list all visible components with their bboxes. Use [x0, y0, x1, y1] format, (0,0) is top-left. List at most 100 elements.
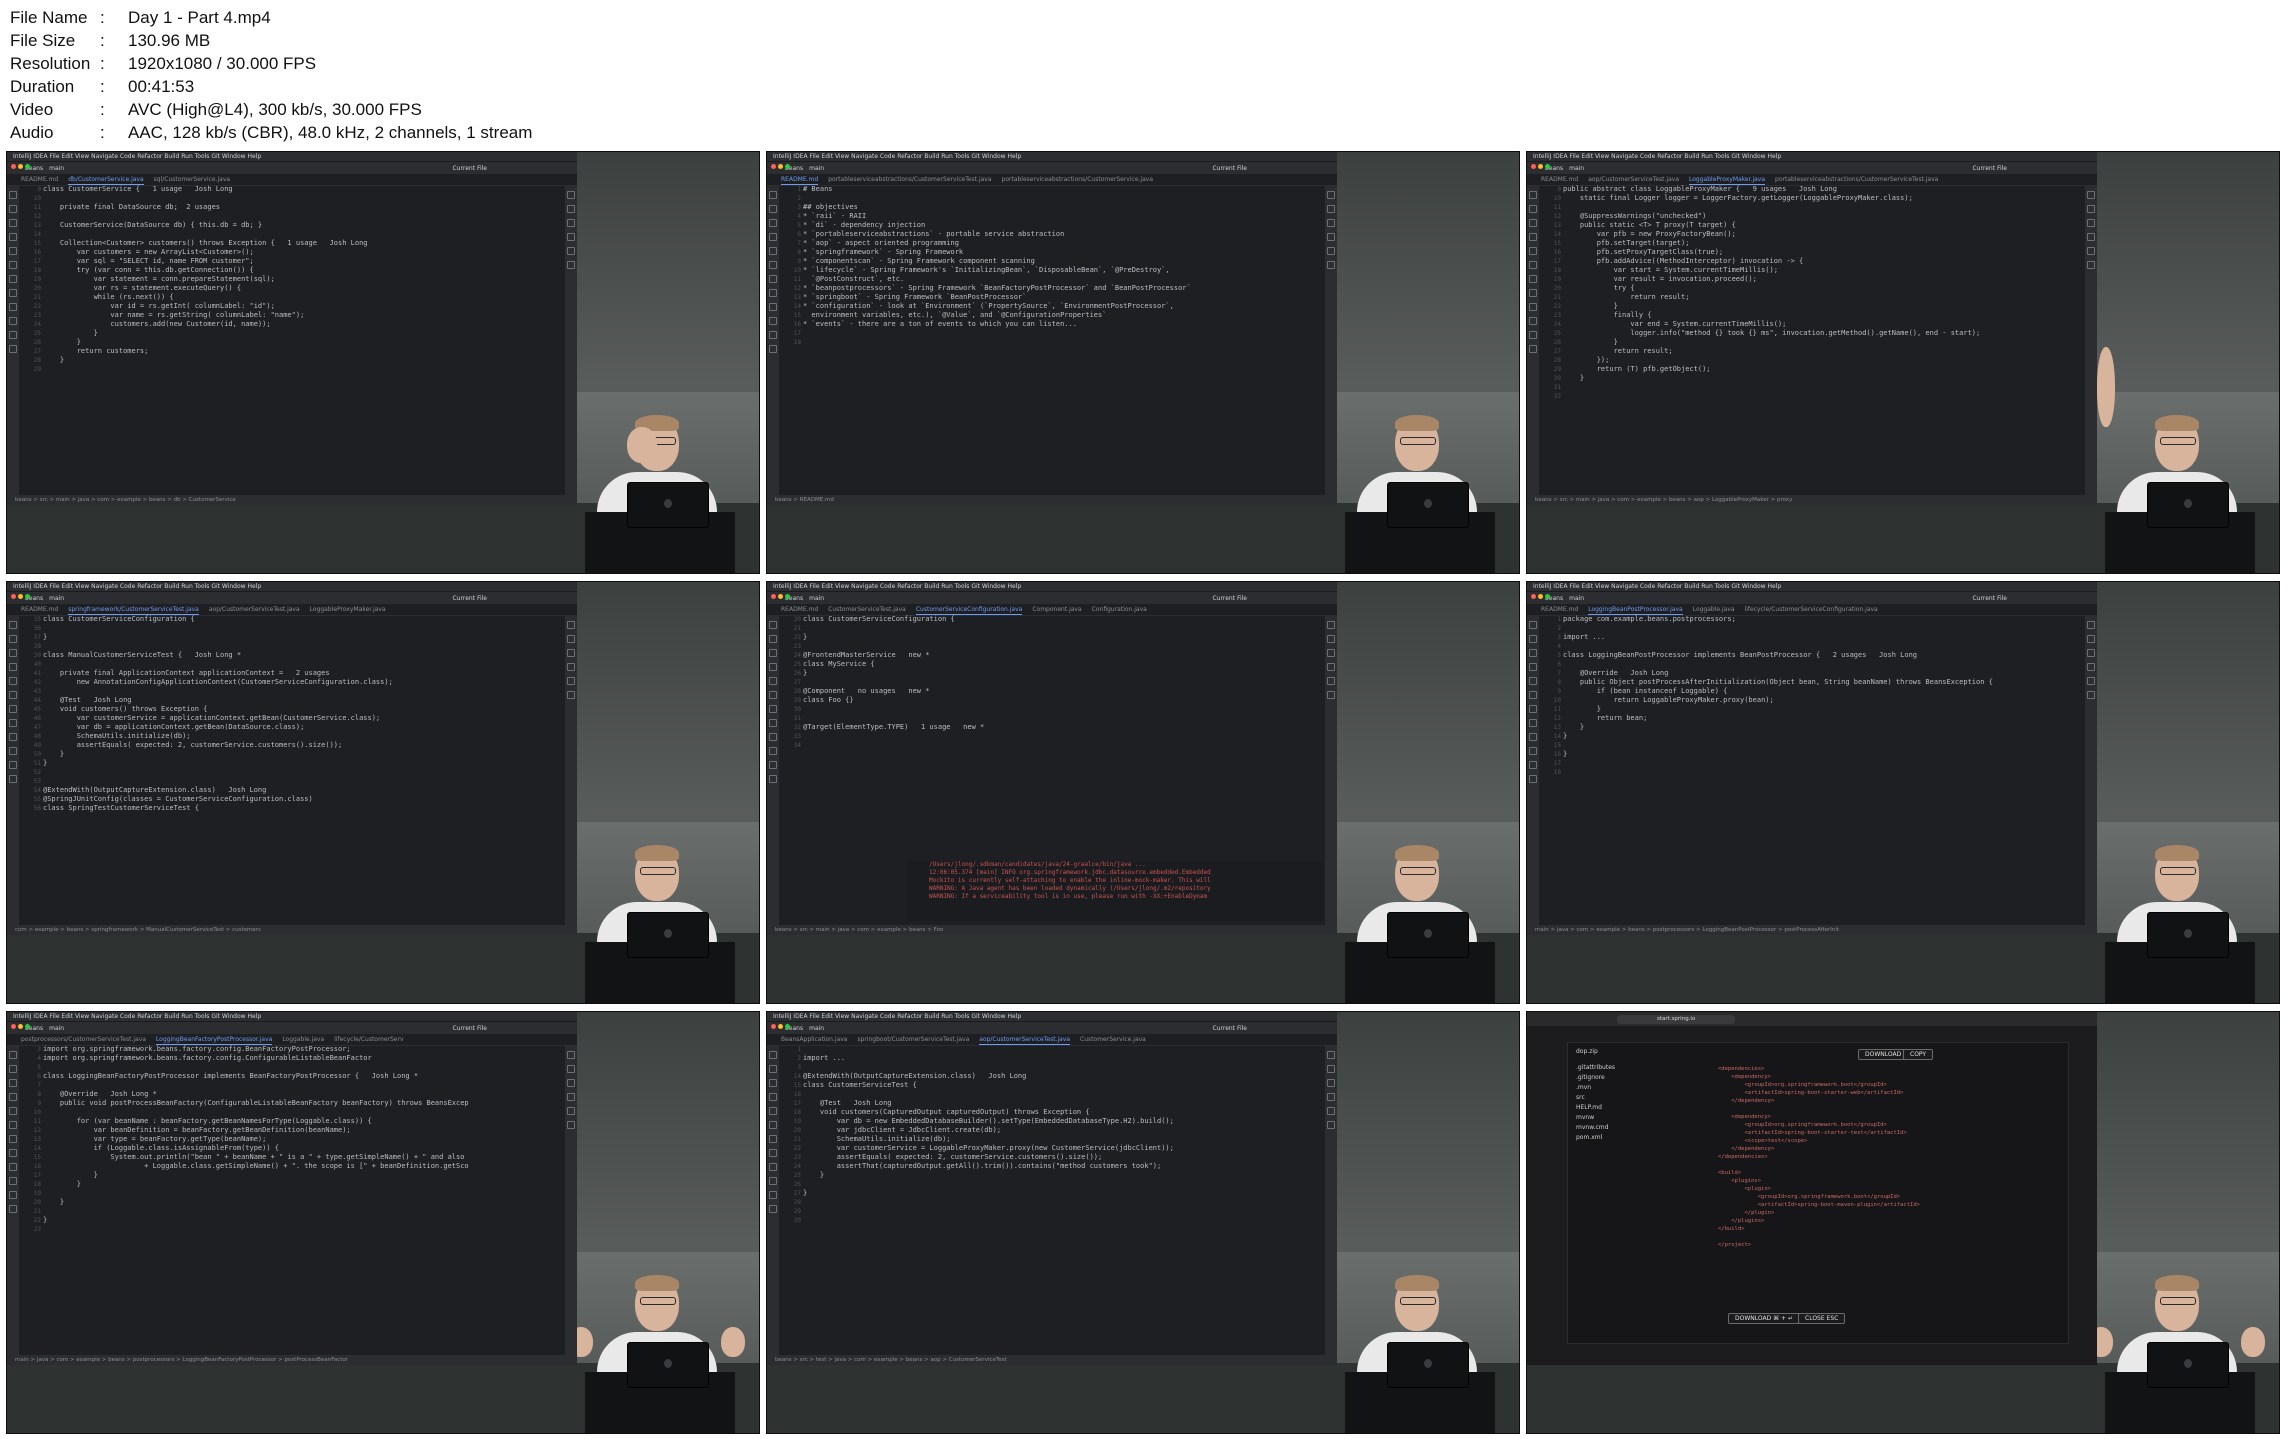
- branch-selector[interactable]: main: [49, 595, 64, 602]
- tool-window-icon[interactable]: [1327, 1051, 1335, 1059]
- tool-window-icon[interactable]: [769, 691, 777, 699]
- code-editor[interactable]: package com.example.beans.postprocessors…: [1541, 615, 2083, 923]
- zoom-icon[interactable]: [25, 1024, 30, 1029]
- tool-window-icon[interactable]: [9, 345, 17, 353]
- tool-window-icon[interactable]: [1327, 261, 1335, 269]
- tool-window-icon[interactable]: [769, 1093, 777, 1101]
- tool-window-icon[interactable]: [567, 1079, 575, 1087]
- close-icon[interactable]: [1531, 594, 1536, 599]
- tool-window-icon[interactable]: [1327, 205, 1335, 213]
- tool-window-icon[interactable]: [9, 1205, 17, 1213]
- tool-window-icon[interactable]: [1529, 317, 1537, 325]
- tool-window-icon[interactable]: [567, 677, 575, 685]
- editor-tab[interactable]: springboot/CustomerServiceTest.java: [857, 1034, 969, 1045]
- editor-tab[interactable]: CustomerServiceTest.java: [828, 604, 906, 615]
- tool-window-icon[interactable]: [1327, 677, 1335, 685]
- editor-tab[interactable]: sql/CustomerService.java: [154, 174, 230, 185]
- run-config-selector[interactable]: Current File: [1213, 165, 1247, 172]
- tool-window-icon[interactable]: [1327, 1079, 1335, 1087]
- close-icon[interactable]: [771, 164, 776, 169]
- tool-window-icon[interactable]: [9, 275, 17, 283]
- branch-selector[interactable]: main: [49, 1025, 64, 1032]
- address-bar[interactable]: start.spring.io: [1617, 1014, 1736, 1024]
- tool-window-icon[interactable]: [9, 317, 17, 325]
- editor-tab[interactable]: CustomerServiceConfiguration.java: [915, 604, 1023, 615]
- tool-window-icon[interactable]: [567, 261, 575, 269]
- tool-window-icon[interactable]: [769, 289, 777, 297]
- tool-window-icon[interactable]: [769, 303, 777, 311]
- tool-window-icon[interactable]: [9, 691, 17, 699]
- minimize-icon[interactable]: [778, 164, 783, 169]
- tool-window-icon[interactable]: [1529, 733, 1537, 741]
- tool-window-icon[interactable]: [769, 1121, 777, 1129]
- tool-window-icon[interactable]: [9, 219, 17, 227]
- tool-window-icon[interactable]: [567, 649, 575, 657]
- tool-window-icon[interactable]: [1529, 205, 1537, 213]
- run-config-selector[interactable]: Current File: [1973, 595, 2007, 602]
- close-icon[interactable]: [11, 1024, 16, 1029]
- tool-window-icon[interactable]: [2087, 677, 2095, 685]
- tool-window-icon[interactable]: [769, 317, 777, 325]
- tool-window-icon[interactable]: [1529, 663, 1537, 671]
- tool-window-icon[interactable]: [2087, 247, 2095, 255]
- tool-window-icon[interactable]: [9, 663, 17, 671]
- tool-window-icon[interactable]: [9, 1051, 17, 1059]
- tool-window-icon[interactable]: [567, 1093, 575, 1101]
- tool-window-icon[interactable]: [9, 649, 17, 657]
- editor-tab[interactable]: LoggingBeanPostProcessor.java: [1588, 604, 1683, 615]
- tool-window-icon[interactable]: [9, 621, 17, 629]
- tool-window-icon[interactable]: [1327, 1121, 1335, 1129]
- tool-window-icon[interactable]: [769, 649, 777, 657]
- editor-tab[interactable]: aop/CustomerServiceTest.java: [209, 604, 300, 615]
- tool-window-icon[interactable]: [1327, 635, 1335, 643]
- editor-tab[interactable]: README.md: [781, 604, 818, 615]
- zoom-icon[interactable]: [25, 594, 30, 599]
- tool-window-icon[interactable]: [2087, 233, 2095, 241]
- tool-window-icon[interactable]: [1529, 261, 1537, 269]
- tool-window-icon[interactable]: [9, 761, 17, 769]
- editor-tab[interactable]: aop/CustomerServiceTest.java: [979, 1034, 1071, 1045]
- tool-window-icon[interactable]: [1529, 649, 1537, 657]
- tool-window-icon[interactable]: [9, 1177, 17, 1185]
- tool-window-icon[interactable]: [1327, 649, 1335, 657]
- tool-window-icon[interactable]: [9, 635, 17, 643]
- run-config-selector[interactable]: Current File: [453, 595, 487, 602]
- tool-window-icon[interactable]: [2087, 691, 2095, 699]
- tool-window-icon[interactable]: [1327, 691, 1335, 699]
- code-editor[interactable]: import ... @ExtendWith(OutputCaptureExte…: [781, 1045, 1323, 1353]
- tool-window-icon[interactable]: [769, 663, 777, 671]
- tool-window-icon[interactable]: [769, 1205, 777, 1213]
- tool-window-icon[interactable]: [1529, 275, 1537, 283]
- zoom-icon[interactable]: [1545, 594, 1550, 599]
- close-icon[interactable]: [11, 164, 16, 169]
- editor-tab[interactable]: README.md: [781, 174, 819, 185]
- tool-window-icon[interactable]: [2087, 663, 2095, 671]
- tool-window-icon[interactable]: [567, 205, 575, 213]
- tool-window-icon[interactable]: [1529, 621, 1537, 629]
- editor-tab[interactable]: Configuration.java: [1092, 604, 1147, 615]
- tool-window-icon[interactable]: [2087, 219, 2095, 227]
- editor-tab[interactable]: README.md: [1541, 174, 1578, 185]
- zoom-icon[interactable]: [785, 1024, 790, 1029]
- code-editor[interactable]: # Beans ## objectives * `raii` - RAII * …: [781, 185, 1323, 493]
- code-editor[interactable]: public abstract class LoggableProxyMaker…: [1541, 185, 2083, 493]
- tool-window-icon[interactable]: [567, 1107, 575, 1115]
- tool-window-icon[interactable]: [2087, 649, 2095, 657]
- tool-window-icon[interactable]: [9, 261, 17, 269]
- branch-selector[interactable]: main: [49, 165, 64, 172]
- code-editor[interactable]: class CustomerService { 1 usage Josh Lon…: [21, 185, 563, 493]
- tool-window-icon[interactable]: [769, 621, 777, 629]
- zoom-icon[interactable]: [25, 164, 30, 169]
- tool-window-icon[interactable]: [9, 733, 17, 741]
- editor-tab[interactable]: BeansApplication.java: [781, 1034, 847, 1045]
- editor-tab[interactable]: aop/CustomerServiceTest.java: [1588, 174, 1679, 185]
- tool-window-icon[interactable]: [9, 1079, 17, 1087]
- tool-window-icon[interactable]: [1327, 191, 1335, 199]
- tool-window-icon[interactable]: [769, 219, 777, 227]
- tool-window-icon[interactable]: [2087, 635, 2095, 643]
- code-editor[interactable]: class CustomerServiceConfiguration { } c…: [21, 615, 563, 923]
- close-icon[interactable]: [11, 594, 16, 599]
- editor-tab[interactable]: springframework/CustomerServiceTest.java: [68, 604, 199, 615]
- branch-selector[interactable]: main: [809, 1025, 824, 1032]
- tool-window-icon[interactable]: [769, 191, 777, 199]
